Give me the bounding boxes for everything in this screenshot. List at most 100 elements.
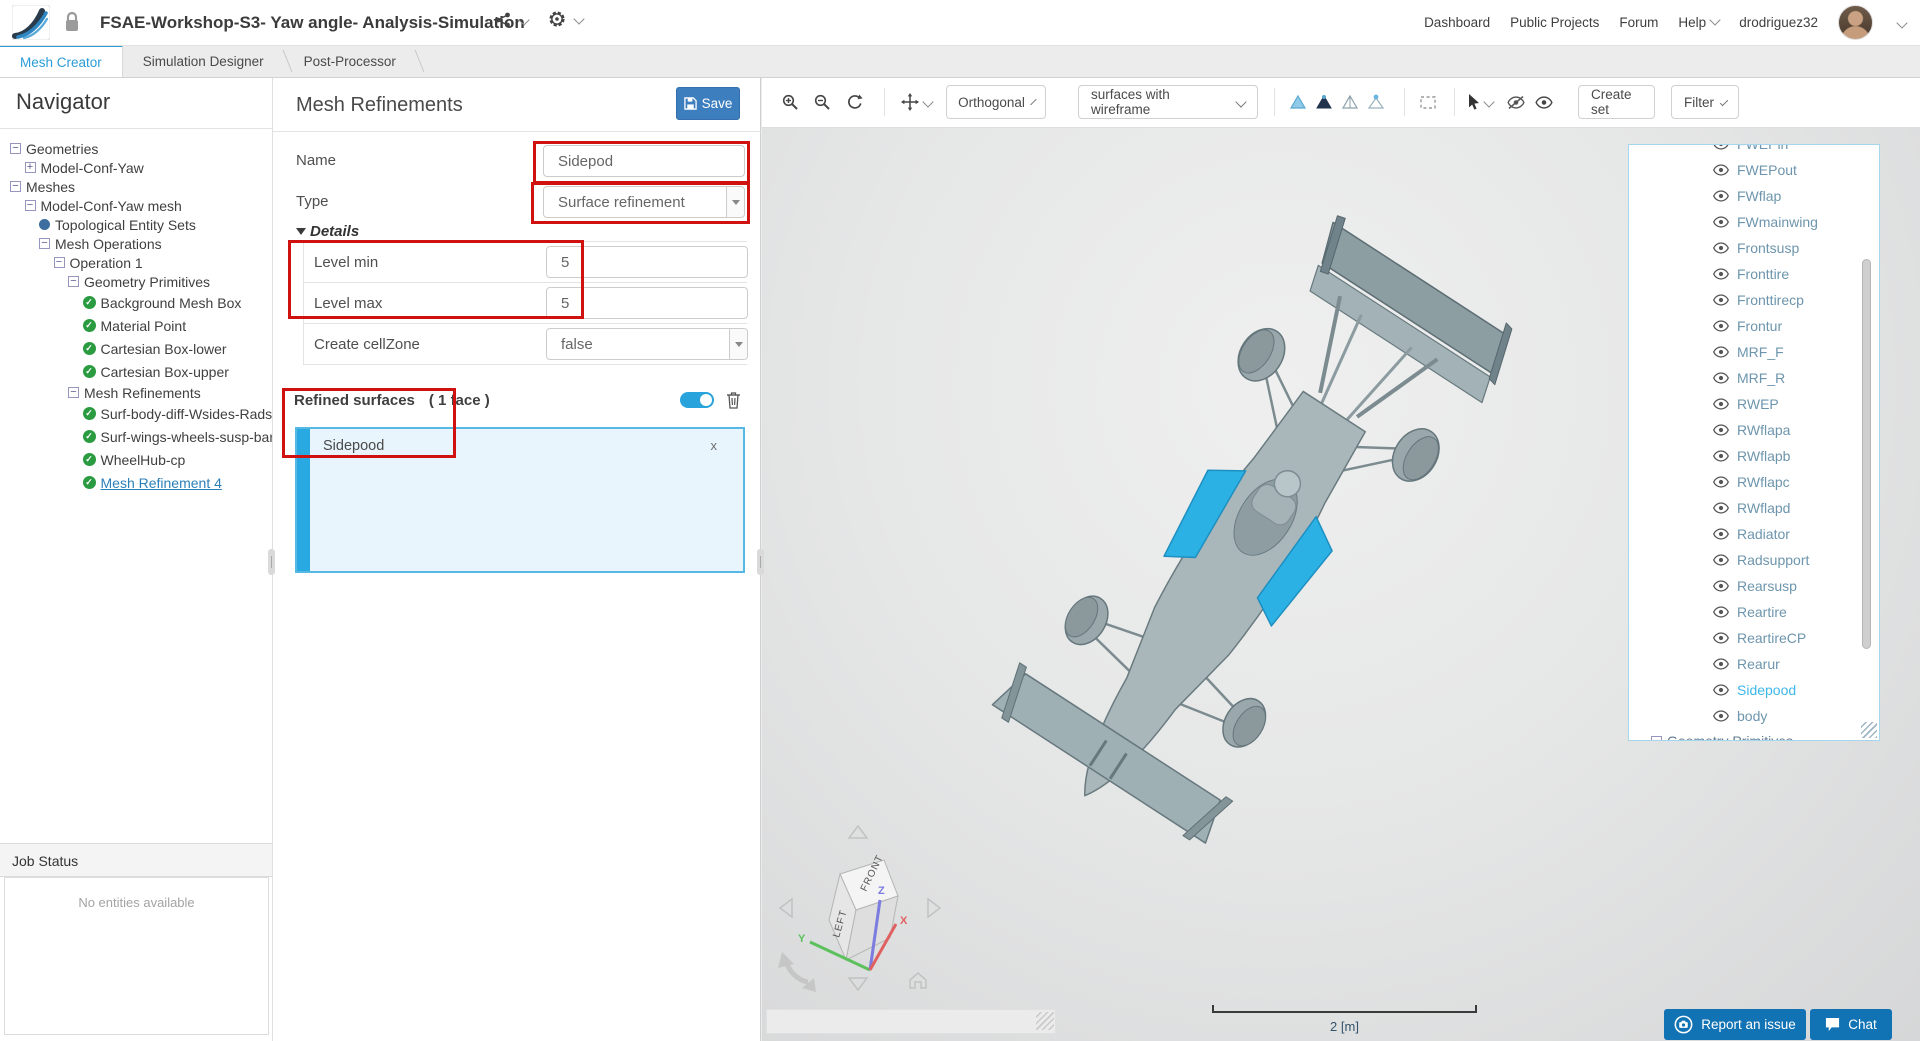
eye-icon[interactable] bbox=[1713, 372, 1729, 384]
tab-mesh-creator[interactable]: Mesh Creator bbox=[0, 45, 123, 77]
eye-icon[interactable] bbox=[1713, 658, 1729, 670]
collapse-icon[interactable]: − bbox=[24, 200, 36, 211]
scene-item-fwepin[interactable]: FWEPin bbox=[1629, 145, 1879, 157]
app-logo-icon[interactable] bbox=[12, 5, 50, 40]
face-row[interactable]: Sidepood x bbox=[310, 429, 743, 462]
eye-icon[interactable] bbox=[1713, 476, 1729, 488]
trash-icon[interactable] bbox=[726, 391, 741, 409]
create-set-button[interactable]: Create set bbox=[1578, 85, 1655, 119]
eye-icon[interactable] bbox=[1713, 216, 1729, 228]
scrollbar-thumb[interactable] bbox=[1862, 259, 1871, 649]
zoom-in-button[interactable] bbox=[776, 87, 804, 117]
hide-selection-button[interactable] bbox=[1502, 87, 1530, 117]
eye-icon[interactable] bbox=[1713, 528, 1729, 540]
eye-icon[interactable] bbox=[1713, 320, 1729, 332]
panel-resize-grip[interactable] bbox=[1861, 722, 1877, 738]
eye-icon[interactable] bbox=[1713, 164, 1729, 176]
select-arrow-icon[interactable] bbox=[729, 329, 747, 359]
nav-dashboard[interactable]: Dashboard bbox=[1424, 15, 1490, 30]
level-min-input[interactable]: 5 bbox=[546, 246, 748, 278]
scene-item-fwmainwing[interactable]: FWmainwing bbox=[1629, 209, 1879, 235]
avatar[interactable] bbox=[1838, 5, 1873, 40]
scene-item-mrf-f[interactable]: MRF_F bbox=[1629, 339, 1879, 365]
name-input[interactable] bbox=[543, 145, 745, 177]
chevron-down-icon[interactable] bbox=[1896, 16, 1908, 29]
panel-resize-handle[interactable] bbox=[757, 549, 764, 575]
tree-item-background-mesh-box[interactable]: ✓ Background Mesh Box bbox=[0, 291, 272, 314]
clip-cone-dot-button[interactable] bbox=[1362, 87, 1390, 117]
tree-item-operation-1[interactable]: − Operation 1 bbox=[0, 253, 272, 272]
scene-item-rwflapb[interactable]: RWflapb bbox=[1629, 443, 1879, 469]
collapse-icon[interactable]: − bbox=[10, 143, 21, 154]
share-button[interactable] bbox=[495, 12, 530, 28]
rotate-left-arrow[interactable] bbox=[778, 897, 793, 919]
tree-item-material-point[interactable]: ✓ Material Point bbox=[0, 314, 272, 337]
chat-button[interactable]: Chat bbox=[1810, 1009, 1892, 1040]
level-max-input[interactable]: 5 bbox=[546, 287, 748, 319]
create-cellzone-select[interactable]: false bbox=[546, 328, 748, 360]
eye-icon[interactable] bbox=[1713, 606, 1729, 618]
panel-resize-handle[interactable] bbox=[268, 549, 275, 575]
tree-item-cartesian-box-upper[interactable]: ✓ Cartesian Box-upper bbox=[0, 360, 272, 383]
clip-cone-dark-button[interactable] bbox=[1310, 87, 1338, 117]
scene-item-rwflapc[interactable]: RWflapc bbox=[1629, 469, 1879, 495]
nav-help[interactable]: Help bbox=[1678, 14, 1721, 30]
eye-icon[interactable] bbox=[1713, 398, 1729, 410]
settings-button[interactable] bbox=[548, 10, 585, 28]
scene-item-frontur[interactable]: Frontur bbox=[1629, 313, 1879, 339]
eye-icon[interactable] bbox=[1713, 242, 1729, 254]
collapsed-console-bar[interactable] bbox=[766, 1009, 1056, 1034]
tree-item-geometries[interactable]: − Geometries bbox=[0, 139, 272, 158]
eye-icon[interactable] bbox=[1713, 684, 1729, 696]
job-status-header[interactable]: Job Status bbox=[0, 843, 272, 877]
eye-icon[interactable] bbox=[1713, 450, 1729, 462]
box-select-button[interactable] bbox=[1414, 87, 1442, 117]
save-button[interactable]: Save bbox=[676, 87, 740, 120]
projection-dropdown[interactable]: Orthogonal bbox=[946, 85, 1046, 119]
tree-item-cartesian-box-lower[interactable]: ✓ Cartesian Box-lower bbox=[0, 337, 272, 360]
tab-simulation-designer[interactable]: Simulation Designer bbox=[123, 45, 293, 77]
tree-item-mesh-refinements[interactable]: − Mesh Refinements bbox=[0, 383, 272, 402]
expand-icon[interactable]: + bbox=[24, 162, 36, 173]
report-issue-button[interactable]: Report an issue bbox=[1664, 1009, 1806, 1040]
home-view-button[interactable] bbox=[909, 972, 927, 989]
type-select[interactable]: Surface refinement bbox=[543, 186, 745, 218]
scene-item-rwflapa[interactable]: RWflapa bbox=[1629, 417, 1879, 443]
scene-item-frontsusp[interactable]: Frontsusp bbox=[1629, 235, 1879, 261]
scene-item-body[interactable]: body bbox=[1629, 703, 1879, 729]
scene-footer-geometry-primitives[interactable]: − Geometry Primitives bbox=[1629, 729, 1879, 740]
tab-post-processor[interactable]: Post-Processor bbox=[284, 45, 425, 77]
scene-item-fronttire[interactable]: Fronttire bbox=[1629, 261, 1879, 287]
scene-item-fwepout[interactable]: FWEPout bbox=[1629, 157, 1879, 183]
scene-item-fwflap[interactable]: FWflap bbox=[1629, 183, 1879, 209]
eye-icon[interactable] bbox=[1713, 502, 1729, 514]
eye-icon[interactable] bbox=[1713, 632, 1729, 644]
details-section-header[interactable]: Details bbox=[296, 223, 359, 240]
scene-item-reartirecp[interactable]: ReartireCP bbox=[1629, 625, 1879, 651]
nav-username[interactable]: drodriguez32 bbox=[1739, 15, 1818, 30]
tree-item-model-conf-yaw[interactable]: + Model-Conf-Yaw bbox=[0, 158, 272, 177]
tree-item-topological-entity-sets[interactable]: Topological Entity Sets bbox=[0, 215, 272, 234]
tree-item-wheelhub-cp[interactable]: ✓ WheelHub-cp bbox=[0, 448, 272, 471]
eye-icon[interactable] bbox=[1713, 268, 1729, 280]
nav-public-projects[interactable]: Public Projects bbox=[1510, 15, 1599, 30]
scene-item-mrf-r[interactable]: MRF_R bbox=[1629, 365, 1879, 391]
pointer-tool-button[interactable] bbox=[1462, 87, 1498, 117]
tree-item-mesh-operations[interactable]: − Mesh Operations bbox=[0, 234, 272, 253]
collapse-icon[interactable]: − bbox=[53, 257, 65, 268]
scene-item-rwflapd[interactable]: RWflapd bbox=[1629, 495, 1879, 521]
scene-item-rearsusp[interactable]: Rearsusp bbox=[1629, 573, 1879, 599]
tree-item-mesh-refinement-4[interactable]: ✓ Mesh Refinement 4 bbox=[0, 471, 272, 494]
collapse-icon[interactable]: − bbox=[68, 387, 79, 398]
clip-cone-outline-button[interactable] bbox=[1336, 87, 1364, 117]
tree-item-surf-wings-wheels-susp-bars[interactable]: ✓ Surf-wings-wheels-susp-bars bbox=[0, 425, 272, 448]
refined-surfaces-list[interactable]: Sidepood x bbox=[295, 427, 745, 573]
rotate-right-arrow[interactable] bbox=[927, 897, 942, 919]
render-mode-dropdown[interactable]: surfaces with wireframe bbox=[1078, 85, 1258, 119]
reset-view-button[interactable] bbox=[840, 87, 868, 117]
selection-toggle[interactable] bbox=[680, 392, 714, 408]
eye-icon[interactable] bbox=[1713, 190, 1729, 202]
rotate-down-arrow[interactable] bbox=[847, 977, 869, 992]
collapse-icon[interactable]: − bbox=[10, 181, 21, 192]
clip-cone-filled-button[interactable] bbox=[1284, 87, 1312, 117]
